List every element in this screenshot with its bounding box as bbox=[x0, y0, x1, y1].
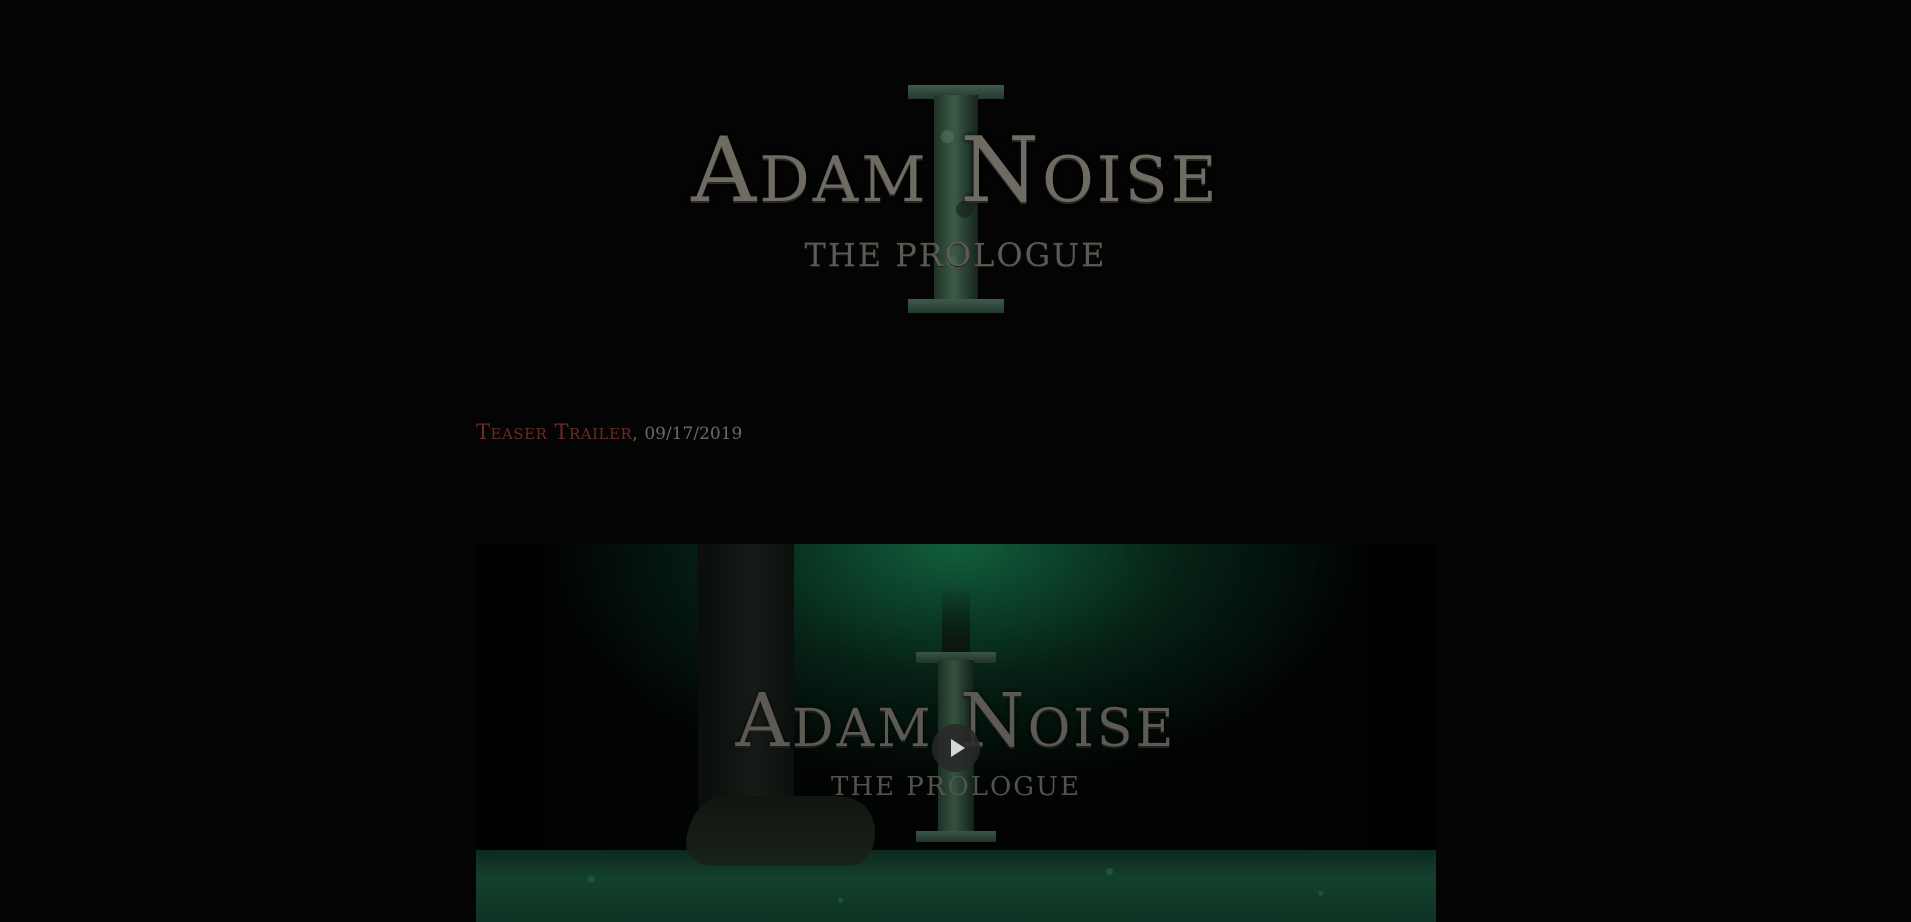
video-bar-bottom bbox=[916, 831, 996, 842]
logo-bar-bottom bbox=[908, 299, 1004, 313]
page: Adam Noise THE PROLOGUE Teaser Trailer, … bbox=[0, 0, 1911, 922]
play-icon bbox=[951, 739, 965, 757]
logo-subtitle: THE PROLOGUE bbox=[804, 236, 1107, 274]
trailer-date: 09/17/2019 bbox=[644, 424, 743, 444]
video-subtitle: THE PROLOGUE bbox=[831, 772, 1081, 802]
video-player[interactable]: Adam Noise THE PROLOGUE bbox=[476, 544, 1436, 922]
video-foot-silhouette bbox=[676, 796, 890, 866]
trailer-caption: Teaser Trailer, 09/17/2019 bbox=[476, 420, 742, 444]
site-logo: Adam Noise THE PROLOGUE bbox=[0, 0, 1911, 330]
video-floor bbox=[476, 850, 1436, 922]
trailer-label: Teaser Trailer bbox=[476, 420, 633, 444]
trailer-separator: , bbox=[632, 424, 638, 444]
play-button[interactable] bbox=[932, 724, 980, 772]
logo-title: Adam Noise bbox=[691, 118, 1220, 223]
